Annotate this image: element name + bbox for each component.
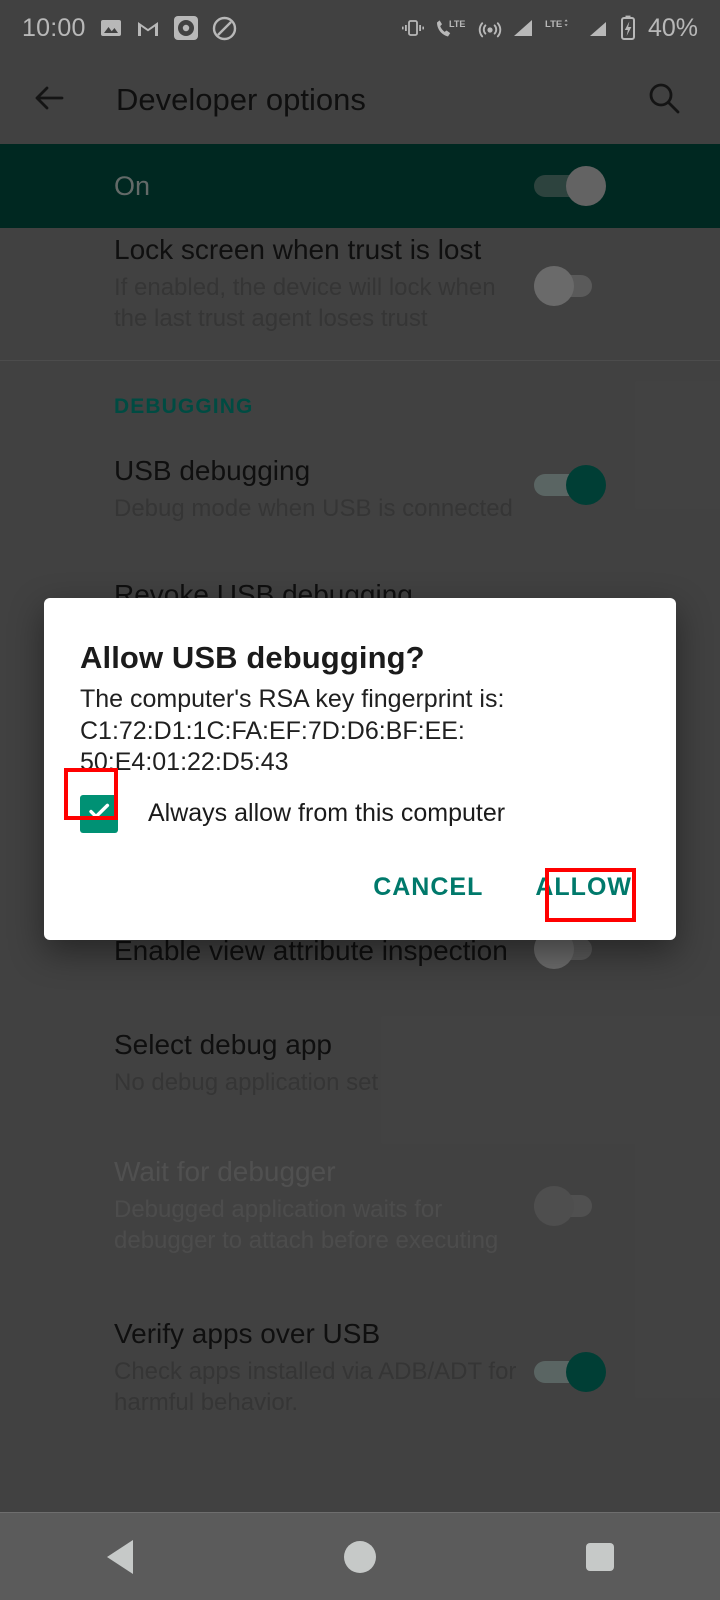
nav-back-icon [107, 1539, 133, 1574]
page-title: Developer options [116, 82, 366, 117]
status-bar-right: LTE LTE 40% [401, 14, 698, 43]
allow-button[interactable]: ALLOW [513, 859, 654, 916]
row-summary: If enabled, the device will lock when th… [114, 273, 496, 333]
vibrate-icon [401, 18, 425, 38]
master-switch-toggle[interactable] [534, 166, 606, 206]
row-texts: Wait for debugger Debugged application w… [114, 1154, 534, 1256]
row-title: Wait for debugger [114, 1156, 336, 1188]
svg-text:LTE: LTE [545, 19, 562, 30]
battery-charging-icon [619, 15, 637, 41]
row-title: USB debugging [114, 455, 311, 487]
toggle-thumb [566, 166, 606, 206]
row-summary: Debug mode when USB is connected [114, 495, 513, 523]
nav-recents-button[interactable] [540, 1513, 660, 1600]
toggle-lock-screen-when-trust-is-lost[interactable] [534, 266, 606, 306]
row-title: Verify apps over USB [114, 1318, 381, 1350]
nav-back-button[interactable] [60, 1513, 180, 1600]
search-icon [645, 79, 683, 122]
status-clock: 10:00 [22, 13, 86, 42]
volte-icon: LTE [434, 18, 468, 39]
nav-home-icon [344, 1540, 376, 1573]
setting-row-usb-debugging[interactable]: USB debugging Debug mode when USB is con… [0, 435, 720, 543]
svg-text:LTE: LTE [449, 19, 465, 29]
phone-screen: 10:00 LTE LTE 40% Developer options On L… [0, 0, 720, 1600]
do-not-disturb-icon [212, 16, 237, 41]
row-summary: Debugged application waits for debugger … [114, 1196, 499, 1255]
setting-row-verify-apps-over-usb[interactable]: Verify apps over USB Check apps installe… [0, 1256, 720, 1418]
dialog-message-intro: The computer's RSA key fingerprint is: [80, 685, 505, 713]
always-allow-label: Always allow from this computer [148, 799, 506, 827]
battery-percent-label: 40% [647, 13, 698, 42]
lte-icon: LTE [545, 18, 579, 38]
cancel-button[interactable]: CANCEL [351, 859, 505, 916]
gmail-icon [136, 17, 160, 39]
row-title: Lock screen when trust is lost [114, 234, 482, 265]
signal-bars-icon [512, 18, 536, 38]
signal-bars-2-icon [588, 18, 610, 38]
setting-row-wait-for-debugger[interactable]: Wait for debugger Debugged application w… [0, 1098, 720, 1256]
toggle-thumb [534, 1186, 574, 1227]
section-header-debugging: DEBUGGING [114, 395, 254, 419]
setting-row-lock-screen-when-trust-is-lost[interactable]: Lock screen when trust is lost If enable… [0, 228, 720, 334]
always-allow-row[interactable]: Always allow from this computer [44, 785, 676, 833]
photo-icon [99, 16, 123, 40]
row-texts: Verify apps over USB Check apps installe… [114, 1316, 534, 1418]
row-texts: Select debug app No debug application se… [114, 1027, 606, 1098]
toggle-thumb [566, 465, 606, 506]
toggle-thumb [534, 266, 574, 306]
nav-home-button[interactable] [300, 1513, 420, 1600]
always-allow-checkbox[interactable] [80, 794, 118, 833]
allow-usb-debugging-dialog: Allow USB debugging? The computer's RSA … [44, 598, 676, 940]
toggle-thumb [566, 1352, 606, 1393]
toggle-usb-debugging[interactable] [534, 465, 606, 506]
row-texts: Lock screen when trust is lost If enable… [114, 232, 534, 334]
navigation-bar [0, 1512, 720, 1600]
dialog-title: Allow USB debugging? [80, 640, 425, 675]
master-switch-label: On [114, 170, 151, 201]
row-summary: Check apps installed via ADB/ADT for har… [114, 1358, 517, 1417]
back-button[interactable] [28, 72, 84, 128]
search-button[interactable] [636, 72, 692, 128]
nav-recents-icon [586, 1542, 614, 1571]
toggle-verify-apps-over-usb[interactable] [534, 1352, 606, 1393]
developer-options-master-switch-row[interactable]: On [0, 144, 720, 228]
row-texts: USB debugging Debug mode when USB is con… [114, 453, 534, 524]
checkmark-icon [85, 797, 113, 830]
hotspot-icon [477, 17, 503, 39]
row-title: Select debug app [114, 1029, 332, 1061]
dialog-message: The computer's RSA key fingerprint is: C… [44, 676, 676, 779]
dialog-buttons: CANCEL ALLOW [351, 859, 654, 916]
status-bar-left: 10:00 [22, 14, 237, 43]
back-arrow-icon [28, 77, 70, 124]
row-summary: No debug application set [114, 1069, 379, 1097]
toggle-wait-for-debugger[interactable] [534, 1186, 606, 1227]
app-bar: Developer options [0, 56, 720, 144]
dialog-rsa-fingerprint: C1:72:D1:1C:FA:EF:7D:D6:BF:EE: 50:E4:01:… [80, 716, 465, 777]
setting-row-select-debug-app[interactable]: Select debug app No debug application se… [0, 969, 720, 1098]
screen-record-icon [173, 15, 199, 41]
status-bar: 10:00 LTE LTE 40% [0, 0, 720, 56]
